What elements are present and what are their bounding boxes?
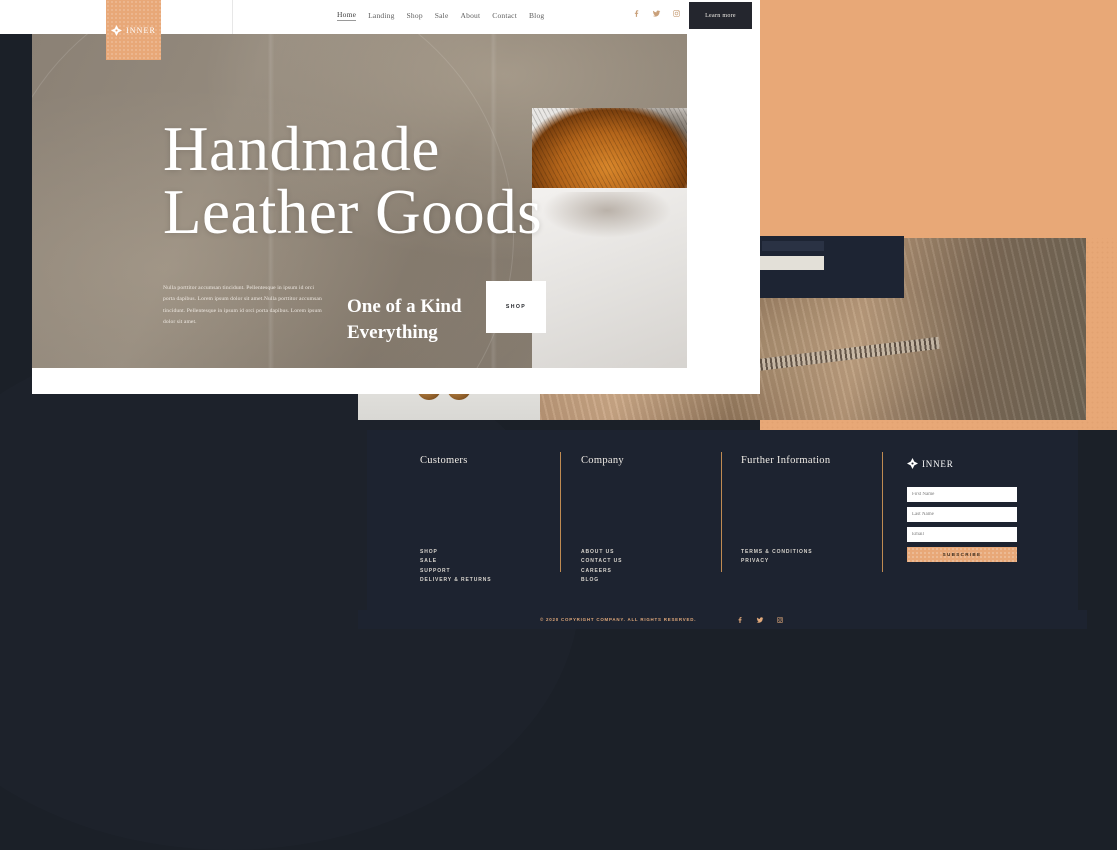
footer-link[interactable]: SUPPORT [420,567,492,576]
nav-item-about[interactable]: About [461,11,481,20]
nav-item-contact[interactable]: Contact [492,11,517,20]
footer-brand-logo: INNER [907,458,1017,469]
footer-link[interactable]: SHOP [420,548,492,557]
footer-link[interactable]: BLOG [581,576,622,585]
learn-more-label: Learn more [705,12,736,19]
facebook-icon[interactable] [736,616,744,624]
footer-links-company: ABOUT US CONTACT US CAREERS BLOG [581,548,622,585]
learn-more-button[interactable]: Learn more [689,2,752,29]
shop-button-label: SHOP [505,304,527,310]
product-shadow [542,192,672,238]
last-name-field[interactable] [907,507,1017,522]
first-name-field[interactable] [907,487,1017,502]
header-social-links [632,9,681,18]
footer-heading-further-information: Further Information [741,455,831,466]
footer-link[interactable]: PRIVACY [741,557,812,566]
nav-item-landing[interactable]: Landing [368,11,394,20]
footer-link[interactable]: ABOUT US [581,548,622,557]
instagram-icon[interactable] [776,616,784,624]
facebook-icon[interactable] [632,9,641,18]
twitter-icon[interactable] [652,9,661,18]
footer-link[interactable]: TERMS & CONDITIONS [741,548,812,557]
footer-link[interactable]: SALE [420,557,492,566]
hero-title: Handmade Leather Goods [163,114,543,247]
hero-product-image [532,108,687,368]
footer-column-company: Company [581,455,716,466]
footer-social-links [736,616,784,624]
footer-divider [560,452,561,572]
footer-links-further-information: TERMS & CONDITIONS PRIVACY [741,548,812,567]
footer-link[interactable]: CAREERS [581,567,622,576]
nav-item-sale[interactable]: Sale [435,11,449,20]
footer-divider [721,452,722,572]
leather-texture [532,108,687,194]
footer: Customers Company Further Information SH… [367,430,1078,610]
footer-heading-customers: Customers [420,455,468,466]
nav-item-shop[interactable]: Shop [407,11,423,20]
background-orange-top [760,0,1117,238]
copyright-text: © 2020 COPYRIGHT COMPANY. ALL RIGHTS RES… [540,617,697,622]
footer-link[interactable]: DELIVERY & RETURNS [420,576,492,585]
instagram-icon[interactable] [672,9,681,18]
hero-paragraph: Nulla porttitor accumsan tincidunt. Pell… [163,285,322,326]
footer-divider [882,452,883,572]
nav-item-blog[interactable]: Blog [529,11,544,20]
diamond-logo-icon [111,24,123,36]
footer-heading-company: Company [581,455,624,466]
hero-subtitle: One of a Kind Everything [347,296,462,343]
copyright-bar: © 2020 COPYRIGHT COMPANY. ALL RIGHTS RES… [358,610,1087,629]
nav-item-home[interactable]: Home [337,10,357,21]
background-navy-bar-top [762,241,824,251]
twitter-icon[interactable] [756,616,764,624]
footer-column-customers: Customers [420,455,555,466]
background-navy-bar-light [757,256,824,270]
diamond-logo-icon [907,458,918,469]
page-stage: Handmade Leather Goods Nulla porttitor a… [0,0,1117,850]
brand-logo-text: INNER [126,25,156,35]
subscribe-button[interactable]: SUBSCRIBE [907,547,1017,562]
footer-brand-name: INNER [922,458,954,469]
background-left-white-block [0,0,32,34]
footer-column-further-information: Further Information [741,455,901,466]
brand-logo-tile[interactable]: INNER [106,0,161,60]
footer-link[interactable]: CONTACT US [581,557,622,566]
email-field[interactable] [907,527,1017,542]
main-navigation: Home Landing Shop Sale About Contact Blo… [337,10,544,21]
newsletter-form: INNER SUBSCRIBE [907,458,1017,562]
shop-button[interactable]: SHOP [486,281,546,333]
header-divider [232,0,233,34]
footer-links-customers: SHOP SALE SUPPORT DELIVERY & RETURNS [420,548,492,585]
